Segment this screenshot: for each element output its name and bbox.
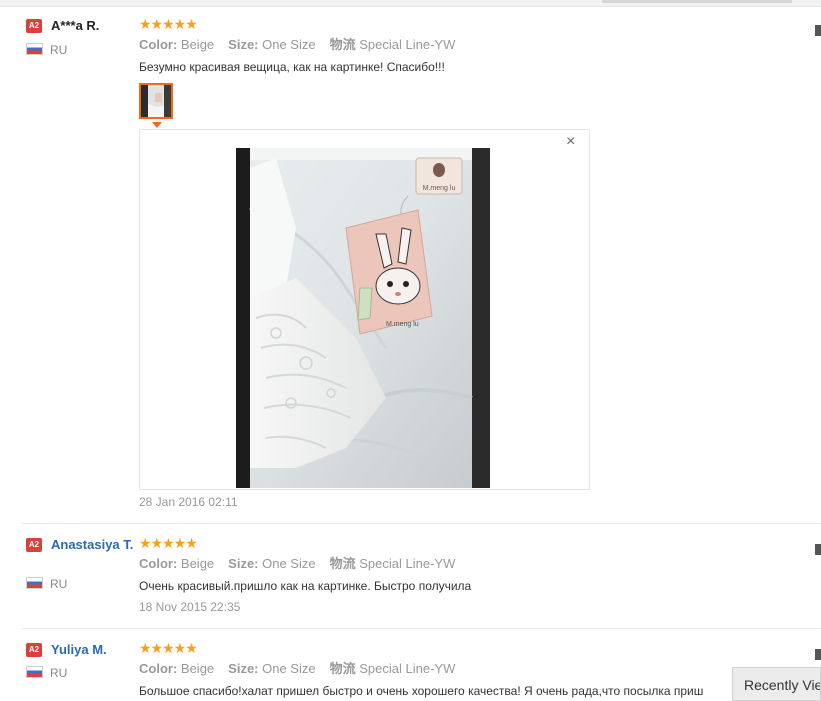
horizontal-scrollbar[interactable] (602, 0, 792, 3)
russia-flag-icon (27, 578, 42, 588)
review-divider (22, 523, 821, 524)
review-text: Большое спасибо!халат пришел быстро и оч… (139, 684, 704, 698)
reviewer-country: RU (50, 577, 68, 591)
tag-brand-text: M.meng lu (386, 321, 419, 328)
reviewer-country: RU (50, 666, 68, 680)
reviewer-name[interactable]: Anastasiya T. (51, 537, 135, 552)
buyer-level-badge: A2 (26, 538, 42, 552)
buyer-level-badge: A2 (26, 19, 42, 33)
rating-stars: ★★★★★ (139, 16, 198, 32)
review-date: 28 Jan 2016 02:11 (139, 495, 238, 509)
recently-viewed-button[interactable]: Recently Viewed (732, 667, 821, 701)
rating-stars: ★★★★★ (139, 640, 198, 656)
order-info: Color: Beige Size: One Size 物流 Special Lin… (139, 661, 456, 676)
thumbnail-image (141, 85, 171, 117)
review-photo-thumbnail[interactable] (139, 83, 173, 119)
thumbnail-pointer (152, 122, 162, 128)
review-date: 18 Nov 2015 22:35 (139, 600, 241, 614)
report-flag-icon[interactable] (815, 649, 821, 660)
order-info: Color: Beige Size: One Size 物流 Special Lin… (139, 556, 456, 571)
reviewer-name: A***a R. (51, 18, 100, 33)
order-info: Color: Beige Size: One Size 物流 Special Lin… (139, 37, 456, 52)
report-flag-icon[interactable] (815, 25, 821, 36)
rating-stars: ★★★★★ (139, 535, 198, 551)
label-brand-text: M.meng lu (423, 185, 456, 192)
review-photo: M.meng lu M.meng lu (236, 148, 490, 488)
review-divider (22, 628, 821, 629)
review-text: Безумно красивая вещица, как на картинке… (139, 60, 445, 74)
review-text: Очень красивый.пришло как на картинке. Б… (139, 579, 472, 593)
close-icon[interactable]: × (566, 134, 575, 150)
reviewer-country: RU (50, 43, 68, 57)
top-scroll-strip (0, 0, 821, 7)
report-flag-icon[interactable] (815, 544, 821, 555)
russia-flag-icon (27, 44, 42, 54)
russia-flag-icon (27, 667, 42, 677)
buyer-level-badge: A2 (26, 643, 42, 657)
reviewer-name[interactable]: Yuliya M. (51, 642, 107, 658)
